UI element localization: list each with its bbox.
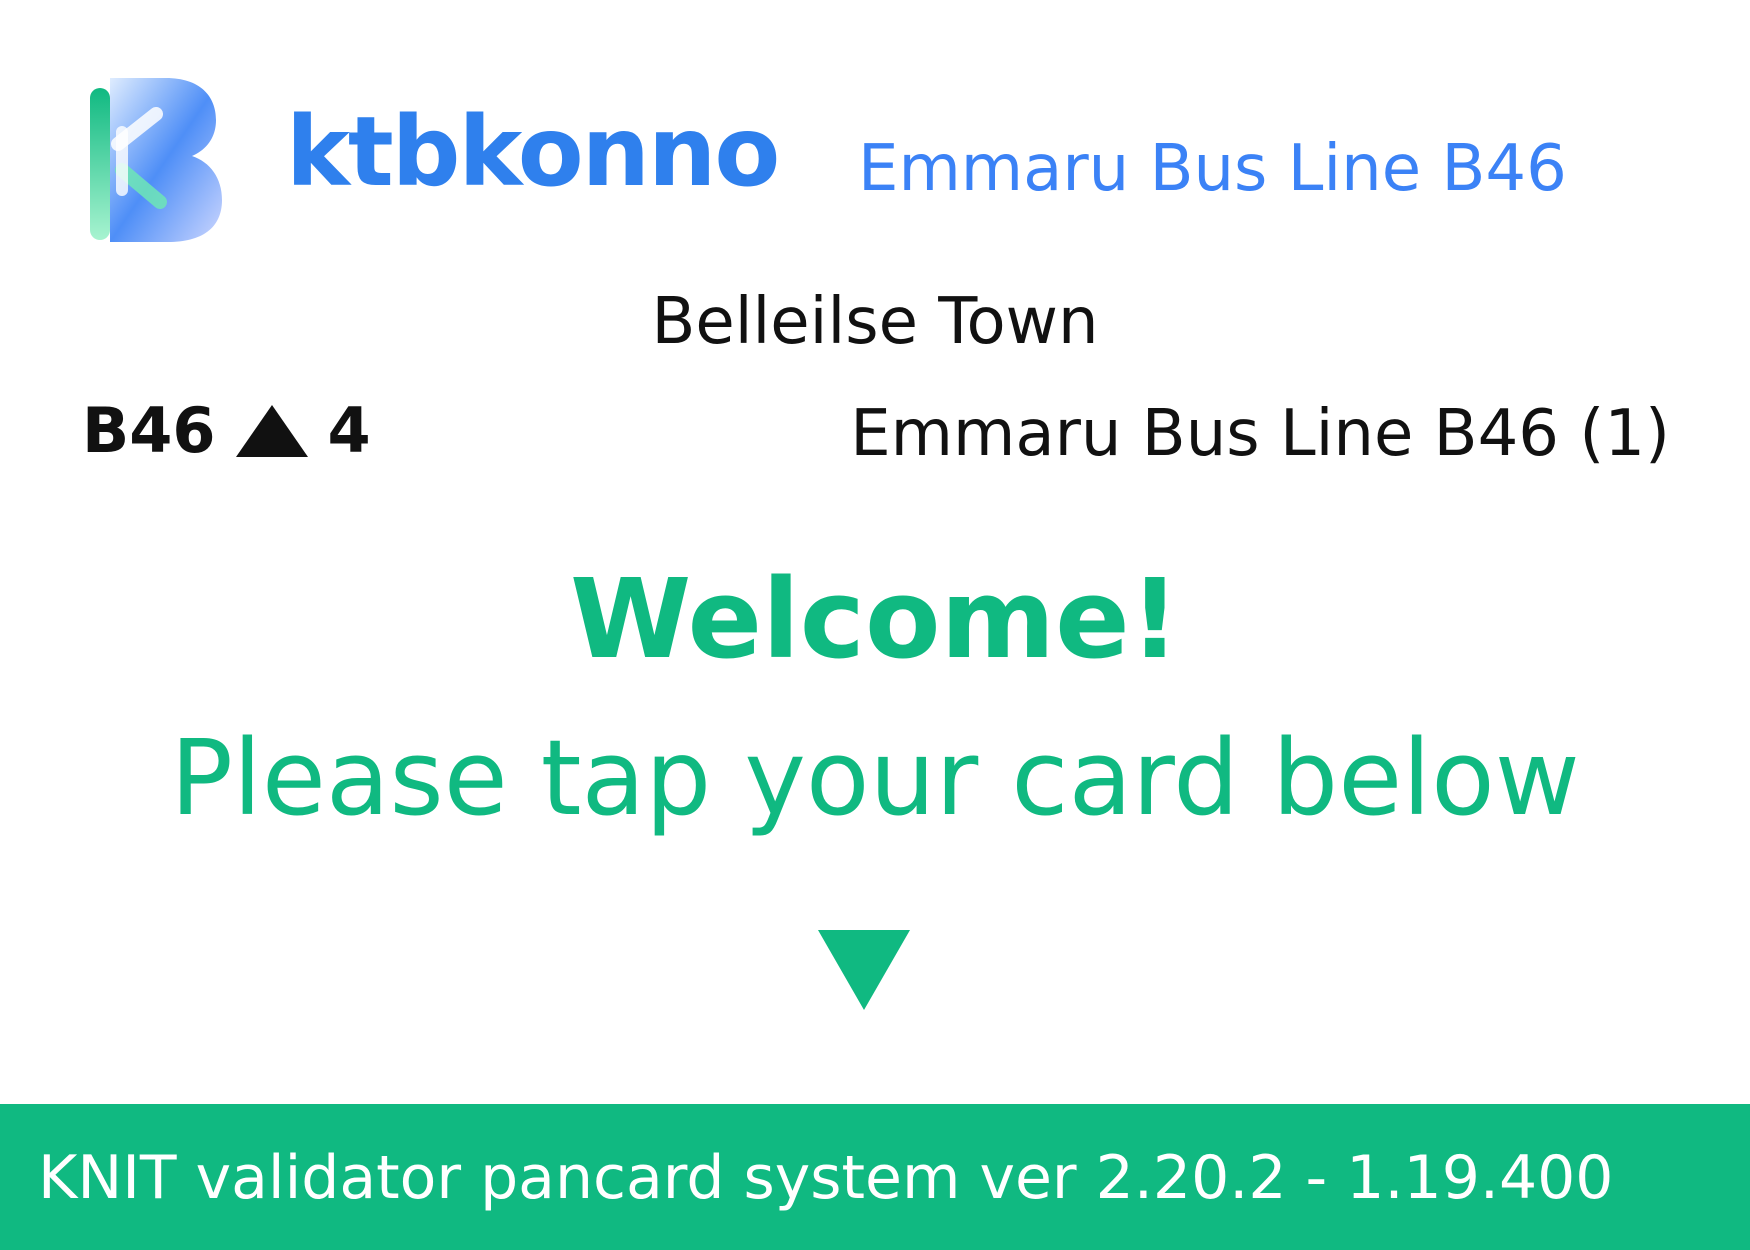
- route-badge: B46 4: [82, 400, 371, 462]
- system-version-text: KNIT validator pancard system ver 2.20.2…: [38, 1143, 1614, 1213]
- tap-card-instruction: Please tap your card below: [170, 717, 1580, 839]
- up-triangle-icon: [235, 405, 308, 457]
- brand-name: ktbkonno: [286, 96, 780, 208]
- down-triangle-icon: [818, 930, 910, 1010]
- line-code: B46: [82, 394, 216, 467]
- route-description: Emmaru Bus Line B46 (1): [850, 397, 1670, 471]
- welcome-heading: Welcome!: [570, 555, 1180, 683]
- ktbkonno-logo-icon: [88, 74, 226, 246]
- validator-screen: ktbkonno Emmaru Bus Line B46 Belleilse T…: [0, 0, 1750, 1250]
- stop-number: 4: [327, 394, 371, 467]
- footer-bar: KNIT validator pancard system ver 2.20.2…: [0, 1104, 1750, 1250]
- line-name: Emmaru Bus Line B46: [858, 132, 1567, 206]
- current-stop: Belleilse Town: [651, 285, 1099, 359]
